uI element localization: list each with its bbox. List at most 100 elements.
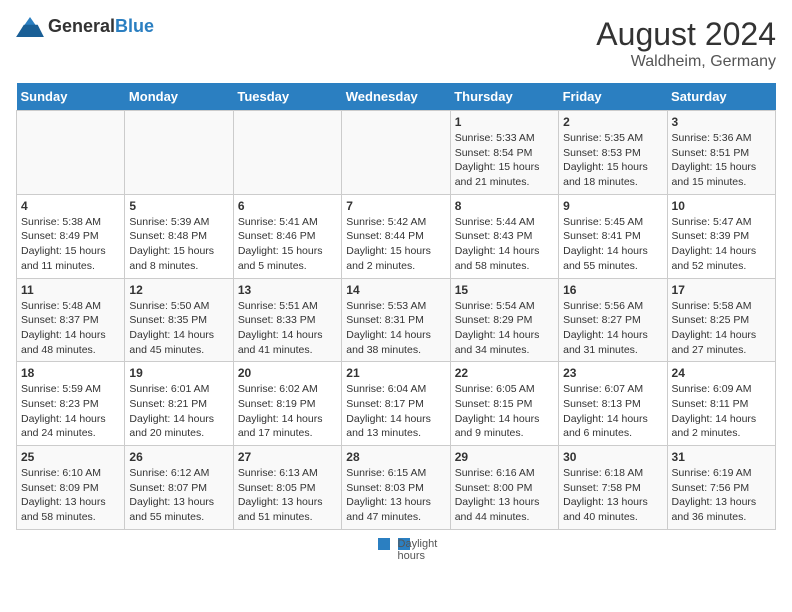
- day-number: 23: [563, 366, 662, 380]
- calendar-cell: 20Sunrise: 6:02 AMSunset: 8:19 PMDayligh…: [233, 362, 341, 446]
- calendar-cell: [125, 111, 233, 195]
- day-info: Sunrise: 6:04 AMSunset: 8:17 PMDaylight:…: [346, 382, 445, 441]
- day-number: 24: [672, 366, 771, 380]
- day-info: Sunrise: 5:56 AMSunset: 8:27 PMDaylight:…: [563, 299, 662, 358]
- daylight-icon: [378, 538, 390, 550]
- calendar-cell: 12 Sunrise: 5:50 AMSunset: 8:35 PMDayligh…: [125, 278, 233, 362]
- day-info: Sunrise: 5:41 AMSunset: 8:46 PMDaylight:…: [238, 215, 337, 274]
- logo-general: General: [48, 16, 115, 36]
- day-info: Sunrise: 6:07 AMSunset: 8:13 PMDaylight:…: [563, 382, 662, 441]
- header-saturday: Saturday: [667, 83, 775, 111]
- calendar-cell: 22Sunrise: 6:05 AMSunset: 8:15 PMDayligh…: [450, 362, 558, 446]
- day-number: 14: [346, 283, 445, 297]
- calendar-cell: 26 Sunrise: 6:12 AMSunset: 8:07 PMDayligh…: [125, 446, 233, 530]
- day-number: 16: [563, 283, 662, 297]
- day-info: Sunrise: 5:44 AMSunset: 8:43 PMDaylight:…: [455, 215, 554, 274]
- day-info: Sunrise: 5:42 AMSunset: 8:44 PMDaylight:…: [346, 215, 445, 274]
- logo-blue: Blue: [115, 16, 154, 36]
- day-number: 3: [672, 115, 771, 129]
- day-info: Sunrise: 5:54 AMSunset: 8:29 PMDaylight:…: [455, 299, 554, 358]
- day-number: 10: [672, 199, 771, 213]
- calendar-cell: 1 Sunrise: 5:33 AMSunset: 8:54 PMDaylight…: [450, 111, 558, 195]
- calendar-cell: 27 Sunrise: 6:13 AMSunset: 8:05 PMDayligh…: [233, 446, 341, 530]
- footer-note: Daylight hours: [16, 538, 776, 550]
- header-thursday: Thursday: [450, 83, 558, 111]
- day-number: 28: [346, 450, 445, 464]
- day-number: 25: [21, 450, 120, 464]
- calendar-cell: 29 Sunrise: 6:16 AMSunset: 8:00 PMDayligh…: [450, 446, 558, 530]
- day-info: Sunrise: 5:53 AMSunset: 8:31 PMDaylight:…: [346, 299, 445, 358]
- calendar-cell: 15Sunrise: 5:54 AMSunset: 8:29 PMDayligh…: [450, 278, 558, 362]
- calendar-cell: 21 Sunrise: 6:04 AMSunset: 8:17 PMDayligh…: [342, 362, 450, 446]
- logo: GeneralBlue: [16, 16, 154, 37]
- day-number: 12: [129, 283, 228, 297]
- calendar-cell: 17 Sunrise: 5:58 AMSunset: 8:25 PMDayligh…: [667, 278, 775, 362]
- header-tuesday: Tuesday: [233, 83, 341, 111]
- footer-label: Daylight hours: [398, 538, 410, 550]
- calendar-cell: [17, 111, 125, 195]
- calendar-week-4: 18Sunrise: 5:59 AMSunset: 8:23 PMDayligh…: [17, 362, 776, 446]
- day-info: Sunrise: 6:02 AMSunset: 8:19 PMDaylight:…: [238, 382, 337, 441]
- day-number: 22: [455, 366, 554, 380]
- day-number: 29: [455, 450, 554, 464]
- day-number: 2: [563, 115, 662, 129]
- day-number: 27: [238, 450, 337, 464]
- header-sunday: Sunday: [17, 83, 125, 111]
- day-info: Sunrise: 5:36 AMSunset: 8:51 PMDaylight:…: [672, 131, 771, 190]
- day-info: Sunrise: 6:16 AMSunset: 8:00 PMDaylight:…: [455, 466, 554, 525]
- day-info: Sunrise: 6:12 AMSunset: 8:07 PMDaylight:…: [129, 466, 228, 525]
- day-info: Sunrise: 6:01 AMSunset: 8:21 PMDaylight:…: [129, 382, 228, 441]
- calendar-cell: 6 Sunrise: 5:41 AMSunset: 8:46 PMDaylight…: [233, 194, 341, 278]
- day-info: Sunrise: 5:35 AMSunset: 8:53 PMDaylight:…: [563, 131, 662, 190]
- header-friday: Friday: [559, 83, 667, 111]
- calendar-cell: 25Sunrise: 6:10 AMSunset: 8:09 PMDayligh…: [17, 446, 125, 530]
- day-info: Sunrise: 5:50 AMSunset: 8:35 PMDaylight:…: [129, 299, 228, 358]
- calendar-cell: 19Sunrise: 6:01 AMSunset: 8:21 PMDayligh…: [125, 362, 233, 446]
- day-info: Sunrise: 6:15 AMSunset: 8:03 PMDaylight:…: [346, 466, 445, 525]
- calendar-cell: 24 Sunrise: 6:09 AMSunset: 8:11 PMDayligh…: [667, 362, 775, 446]
- day-number: 30: [563, 450, 662, 464]
- logo-text: GeneralBlue: [48, 16, 154, 37]
- calendar-cell: 13 Sunrise: 5:51 AMSunset: 8:33 PMDayligh…: [233, 278, 341, 362]
- calendar-cell: 2 Sunrise: 5:35 AMSunset: 8:53 PMDaylight…: [559, 111, 667, 195]
- calendar-week-2: 4Sunrise: 5:38 AMSunset: 8:49 PMDaylight…: [17, 194, 776, 278]
- day-number: 26: [129, 450, 228, 464]
- day-info: Sunrise: 5:48 AMSunset: 8:37 PMDaylight:…: [21, 299, 120, 358]
- day-number: 13: [238, 283, 337, 297]
- day-number: 17: [672, 283, 771, 297]
- calendar-cell: 9Sunrise: 5:45 AMSunset: 8:41 PMDaylight…: [559, 194, 667, 278]
- day-info: Sunrise: 6:09 AMSunset: 8:11 PMDaylight:…: [672, 382, 771, 441]
- day-info: Sunrise: 5:58 AMSunset: 8:25 PMDaylight:…: [672, 299, 771, 358]
- calendar-cell: 23 Sunrise: 6:07 AMSunset: 8:13 PMDayligh…: [559, 362, 667, 446]
- header-monday: Monday: [125, 83, 233, 111]
- month-year: August 2024: [596, 16, 776, 53]
- day-info: Sunrise: 5:47 AMSunset: 8:39 PMDaylight:…: [672, 215, 771, 274]
- location: Waldheim, Germany: [596, 53, 776, 71]
- day-number: 21: [346, 366, 445, 380]
- calendar-week-3: 11 Sunrise: 5:48 AMSunset: 8:37 PMDayligh…: [17, 278, 776, 362]
- calendar-cell: [342, 111, 450, 195]
- calendar-cell: 11 Sunrise: 5:48 AMSunset: 8:37 PMDayligh…: [17, 278, 125, 362]
- day-number: 1: [455, 115, 554, 129]
- day-info: Sunrise: 5:33 AMSunset: 8:54 PMDaylight:…: [455, 131, 554, 190]
- calendar-cell: 31Sunrise: 6:19 AMSunset: 7:56 PMDayligh…: [667, 446, 775, 530]
- calendar-cell: 18Sunrise: 5:59 AMSunset: 8:23 PMDayligh…: [17, 362, 125, 446]
- calendar-week-5: 25Sunrise: 6:10 AMSunset: 8:09 PMDayligh…: [17, 446, 776, 530]
- calendar-cell: 5Sunrise: 5:39 AMSunset: 8:48 PMDaylight…: [125, 194, 233, 278]
- day-info: Sunrise: 5:59 AMSunset: 8:23 PMDaylight:…: [21, 382, 120, 441]
- calendar-cell: 14 Sunrise: 5:53 AMSunset: 8:31 PMDayligh…: [342, 278, 450, 362]
- header: GeneralBlue August 2024 Waldheim, German…: [16, 16, 776, 71]
- day-number: 6: [238, 199, 337, 213]
- day-info: Sunrise: 6:19 AMSunset: 7:56 PMDaylight:…: [672, 466, 771, 525]
- calendar-cell: 28 Sunrise: 6:15 AMSunset: 8:03 PMDayligh…: [342, 446, 450, 530]
- day-number: 8: [455, 199, 554, 213]
- day-info: Sunrise: 5:38 AMSunset: 8:49 PMDaylight:…: [21, 215, 120, 274]
- day-info: Sunrise: 5:51 AMSunset: 8:33 PMDaylight:…: [238, 299, 337, 358]
- day-info: Sunrise: 6:13 AMSunset: 8:05 PMDaylight:…: [238, 466, 337, 525]
- calendar-cell: 3 Sunrise: 5:36 AMSunset: 8:51 PMDaylight…: [667, 111, 775, 195]
- day-number: 7: [346, 199, 445, 213]
- calendar-cell: 10 Sunrise: 5:47 AMSunset: 8:39 PMDayligh…: [667, 194, 775, 278]
- day-info: Sunrise: 5:45 AMSunset: 8:41 PMDaylight:…: [563, 215, 662, 274]
- day-number: 11: [21, 283, 120, 297]
- day-info: Sunrise: 5:39 AMSunset: 8:48 PMDaylight:…: [129, 215, 228, 274]
